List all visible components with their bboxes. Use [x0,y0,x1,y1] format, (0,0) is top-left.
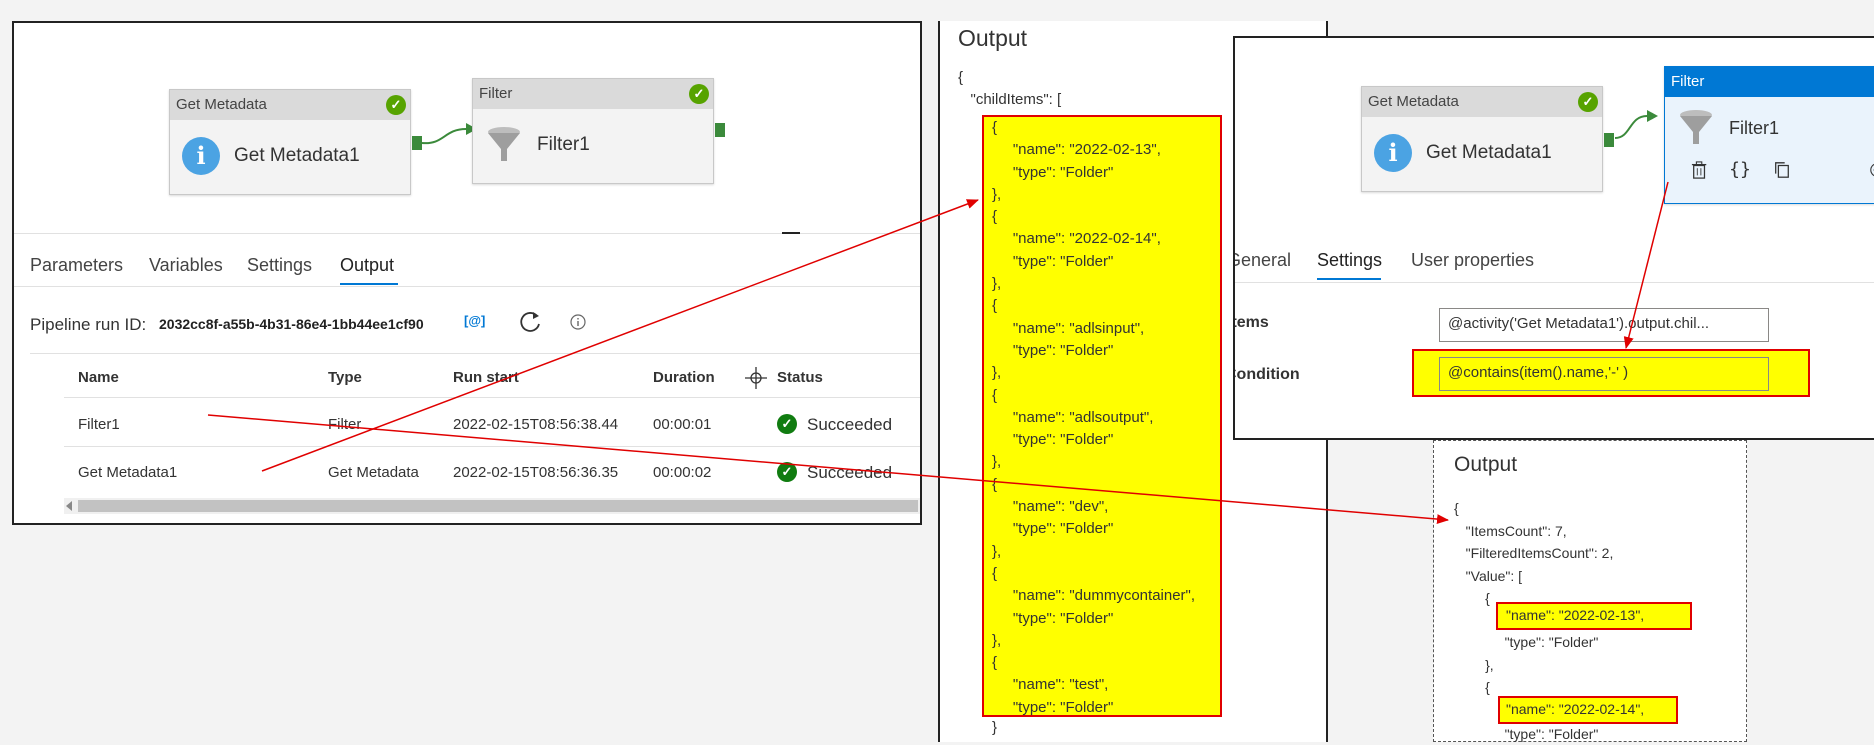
arrow-filter-to-output [207,414,1449,525]
arrow-metadata-to-output [261,199,979,472]
arrow-filter-to-condition [1623,181,1669,349]
annotation-arrows [207,181,1669,525]
